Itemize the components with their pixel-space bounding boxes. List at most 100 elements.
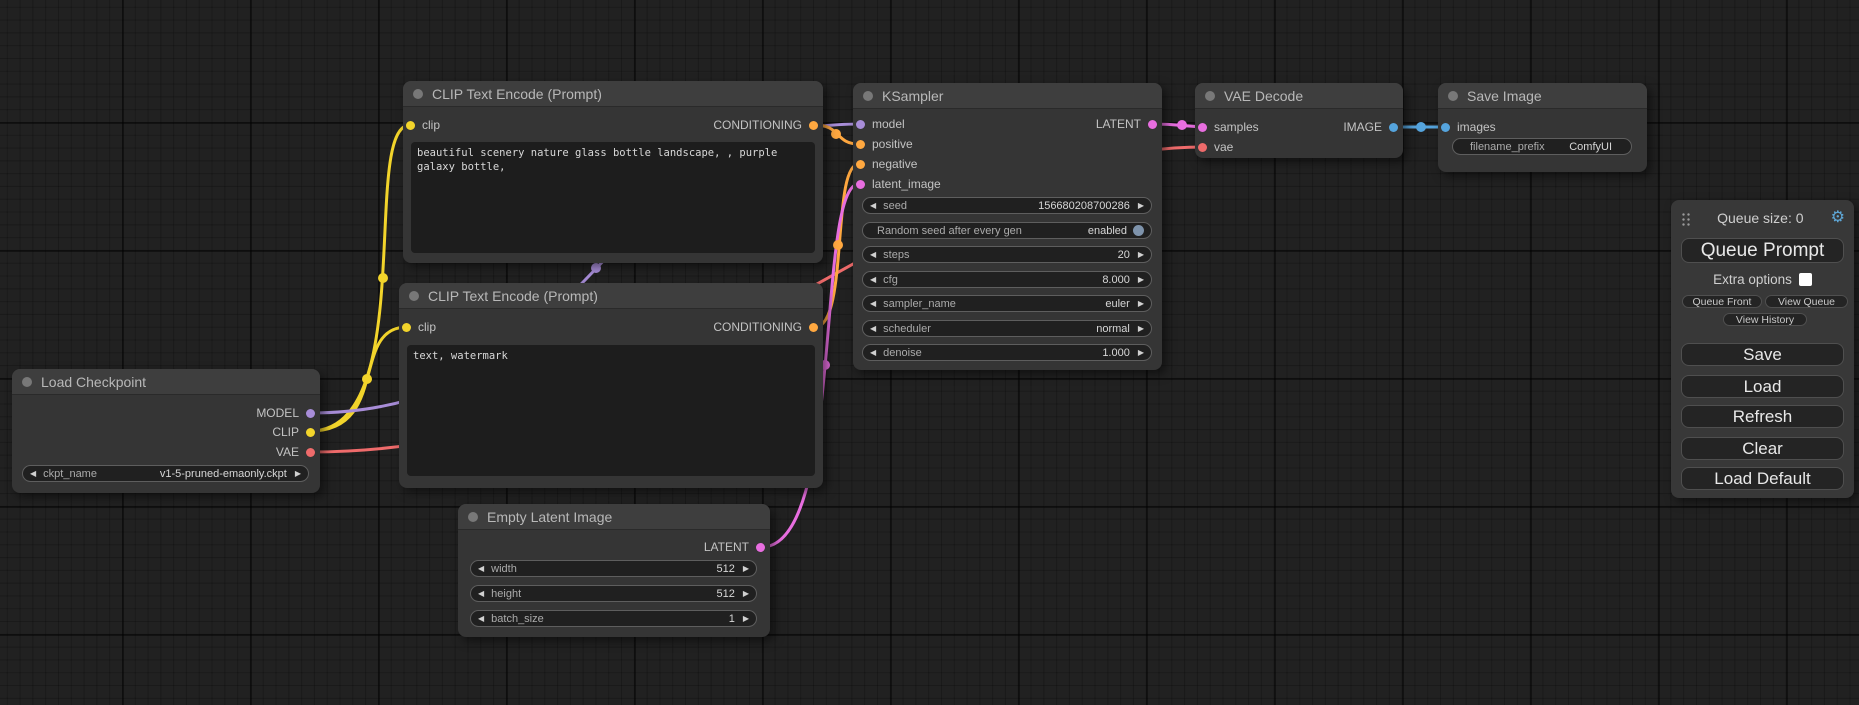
prompt-textarea[interactable]: beautiful scenery nature glass bottle la… bbox=[411, 142, 815, 253]
batch-size-widget[interactable]: ◀ batch_size 1 ▶ bbox=[470, 610, 757, 627]
decrement-arrow-icon[interactable]: ◀ bbox=[478, 565, 484, 573]
increment-arrow-icon[interactable]: ▶ bbox=[1138, 276, 1144, 284]
model-port-icon[interactable] bbox=[306, 409, 315, 418]
latent-port-icon[interactable] bbox=[856, 180, 865, 189]
input-positive[interactable]: positive bbox=[856, 137, 913, 151]
decrement-arrow-icon[interactable]: ◀ bbox=[870, 276, 876, 284]
view-history-button[interactable]: View History bbox=[1723, 313, 1807, 326]
node-titlebar[interactable]: KSampler bbox=[853, 83, 1162, 109]
latent-port-icon[interactable] bbox=[1198, 123, 1207, 132]
decrement-arrow-icon[interactable]: ◀ bbox=[870, 349, 876, 357]
collapse-dot-icon[interactable] bbox=[1448, 91, 1458, 101]
height-widget[interactable]: ◀ height 512 ▶ bbox=[470, 585, 757, 602]
cfg-widget[interactable]: ◀ cfg 8.000 ▶ bbox=[862, 271, 1152, 288]
input-images[interactable]: images bbox=[1441, 120, 1496, 134]
input-clip[interactable]: clip bbox=[402, 320, 436, 334]
output-conditioning[interactable]: CONDITIONING bbox=[713, 118, 818, 132]
input-negative[interactable]: negative bbox=[856, 157, 917, 171]
steps-widget[interactable]: ◀ steps 20 ▶ bbox=[862, 246, 1152, 263]
filename-prefix-widget[interactable]: filename_prefix ComfyUI bbox=[1452, 138, 1632, 155]
decrement-arrow-icon[interactable]: ◀ bbox=[870, 251, 876, 259]
denoise-widget[interactable]: ◀ denoise 1.000 ▶ bbox=[862, 344, 1152, 361]
decrement-arrow-icon[interactable]: ◀ bbox=[30, 470, 36, 478]
node-empty-latent-image[interactable]: Empty Latent Image LATENT ◀ width 512 ▶ … bbox=[458, 504, 770, 637]
increment-arrow-icon[interactable]: ▶ bbox=[1138, 349, 1144, 357]
vae-port-icon[interactable] bbox=[1198, 143, 1207, 152]
conditioning-port-icon[interactable] bbox=[809, 323, 818, 332]
prompt-textarea[interactable]: text, watermark bbox=[407, 345, 815, 476]
link-dot[interactable] bbox=[378, 273, 388, 283]
link-dot[interactable] bbox=[1177, 120, 1187, 130]
increment-arrow-icon[interactable]: ▶ bbox=[295, 470, 301, 478]
random-seed-widget[interactable]: Random seed after every gen enabled bbox=[862, 222, 1152, 239]
node-titlebar[interactable]: VAE Decode bbox=[1195, 83, 1403, 109]
latent-port-icon[interactable] bbox=[756, 543, 765, 552]
node-vae-decode[interactable]: VAE Decode samples vae IMAGE bbox=[1195, 83, 1403, 158]
collapse-dot-icon[interactable] bbox=[409, 291, 419, 301]
collapse-dot-icon[interactable] bbox=[468, 512, 478, 522]
output-image[interactable]: IMAGE bbox=[1343, 120, 1398, 134]
toggle-icon[interactable] bbox=[1133, 225, 1144, 236]
queue-prompt-button[interactable]: Queue Prompt bbox=[1681, 238, 1844, 263]
increment-arrow-icon[interactable]: ▶ bbox=[743, 565, 749, 573]
save-button[interactable]: Save bbox=[1681, 343, 1844, 366]
link-dot[interactable] bbox=[833, 240, 843, 250]
input-model[interactable]: model bbox=[856, 117, 905, 131]
node-titlebar[interactable]: Save Image bbox=[1438, 83, 1647, 109]
sampler-name-widget[interactable]: ◀ sampler_name euler ▶ bbox=[862, 295, 1152, 312]
increment-arrow-icon[interactable]: ▶ bbox=[743, 615, 749, 623]
decrement-arrow-icon[interactable]: ◀ bbox=[870, 300, 876, 308]
output-latent[interactable]: LATENT bbox=[1096, 117, 1157, 131]
input-clip[interactable]: clip bbox=[406, 118, 440, 132]
output-model[interactable]: MODEL bbox=[256, 406, 315, 420]
drag-handle-icon[interactable] bbox=[1681, 211, 1690, 226]
collapse-dot-icon[interactable] bbox=[413, 89, 423, 99]
clip-port-icon[interactable] bbox=[402, 323, 411, 332]
node-load-checkpoint[interactable]: Load Checkpoint MODEL CLIP VAE ◀ ckpt_na… bbox=[12, 369, 320, 493]
node-save-image[interactable]: Save Image images filename_prefix ComfyU… bbox=[1438, 83, 1647, 172]
link-dot[interactable] bbox=[831, 129, 841, 139]
vae-port-icon[interactable] bbox=[306, 448, 315, 457]
increment-arrow-icon[interactable]: ▶ bbox=[1138, 300, 1144, 308]
node-titlebar[interactable]: CLIP Text Encode (Prompt) bbox=[399, 283, 823, 309]
model-port-icon[interactable] bbox=[856, 120, 865, 129]
node-clip-text-encode-positive[interactable]: CLIP Text Encode (Prompt) clip CONDITION… bbox=[403, 81, 823, 263]
input-vae[interactable]: vae bbox=[1198, 140, 1233, 154]
link-dot[interactable] bbox=[591, 263, 601, 273]
collapse-dot-icon[interactable] bbox=[1205, 91, 1215, 101]
image-port-icon[interactable] bbox=[1441, 123, 1450, 132]
scheduler-widget[interactable]: ◀ scheduler normal ▶ bbox=[862, 320, 1152, 337]
clip-port-icon[interactable] bbox=[306, 428, 315, 437]
load-default-button[interactable]: Load Default bbox=[1681, 467, 1844, 490]
load-button[interactable]: Load bbox=[1681, 375, 1844, 398]
increment-arrow-icon[interactable]: ▶ bbox=[1138, 325, 1144, 333]
node-titlebar[interactable]: Load Checkpoint bbox=[12, 369, 320, 395]
output-vae[interactable]: VAE bbox=[276, 445, 315, 459]
collapse-dot-icon[interactable] bbox=[863, 91, 873, 101]
conditioning-port-icon[interactable] bbox=[809, 121, 818, 130]
decrement-arrow-icon[interactable]: ◀ bbox=[478, 590, 484, 598]
conditioning-port-icon[interactable] bbox=[856, 140, 865, 149]
view-queue-button[interactable]: View Queue bbox=[1765, 295, 1848, 308]
output-latent[interactable]: LATENT bbox=[704, 540, 765, 554]
node-titlebar[interactable]: CLIP Text Encode (Prompt) bbox=[403, 81, 823, 107]
link-dot[interactable] bbox=[362, 374, 372, 384]
latent-port-icon[interactable] bbox=[1148, 120, 1157, 129]
node-graph-canvas[interactable]: Load Checkpoint MODEL CLIP VAE ◀ ckpt_na… bbox=[0, 0, 1859, 705]
increment-arrow-icon[interactable]: ▶ bbox=[743, 590, 749, 598]
output-clip[interactable]: CLIP bbox=[272, 425, 315, 439]
queue-front-button[interactable]: Queue Front bbox=[1682, 295, 1762, 308]
node-clip-text-encode-negative[interactable]: CLIP Text Encode (Prompt) clip CONDITION… bbox=[399, 283, 823, 488]
gear-icon[interactable]: ⚙ bbox=[1831, 210, 1845, 226]
input-latent-image[interactable]: latent_image bbox=[856, 177, 941, 191]
clear-button[interactable]: Clear bbox=[1681, 437, 1844, 460]
conditioning-port-icon[interactable] bbox=[856, 160, 865, 169]
node-titlebar[interactable]: Empty Latent Image bbox=[458, 504, 770, 530]
decrement-arrow-icon[interactable]: ◀ bbox=[870, 325, 876, 333]
refresh-button[interactable]: Refresh bbox=[1681, 405, 1844, 428]
clip-port-icon[interactable] bbox=[406, 121, 415, 130]
collapse-dot-icon[interactable] bbox=[22, 377, 32, 387]
increment-arrow-icon[interactable]: ▶ bbox=[1138, 202, 1144, 210]
decrement-arrow-icon[interactable]: ◀ bbox=[870, 202, 876, 210]
ckpt-name-widget[interactable]: ◀ ckpt_name v1-5-pruned-emaonly.ckpt ▶ bbox=[22, 465, 309, 482]
